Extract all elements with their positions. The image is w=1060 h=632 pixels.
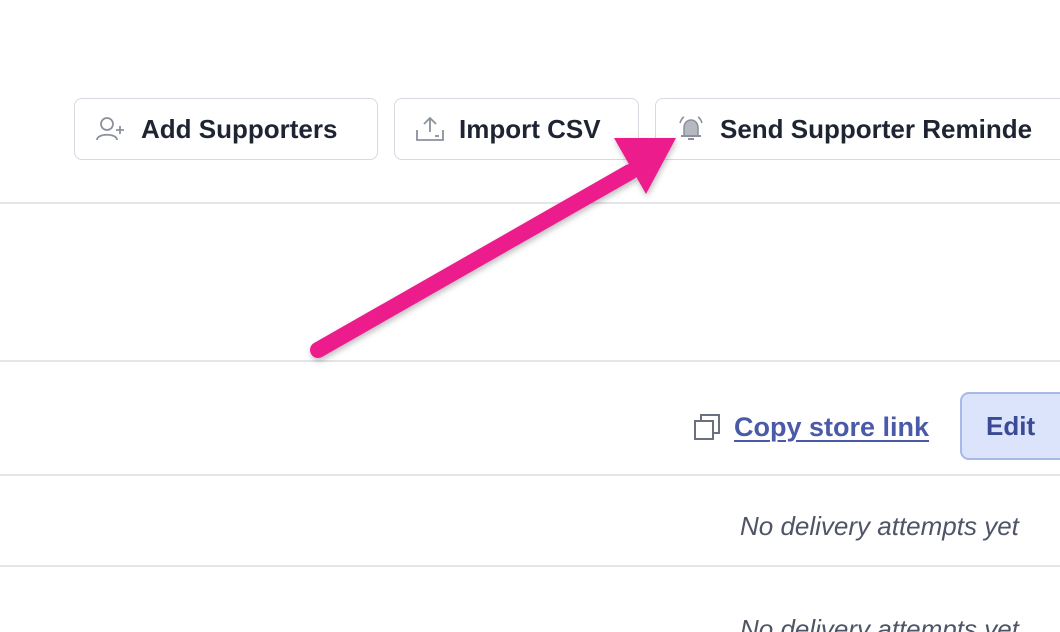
upload-icon <box>415 115 445 143</box>
bell-icon <box>676 114 706 144</box>
divider <box>0 474 1060 476</box>
divider <box>0 202 1060 204</box>
delivery-status-text: No delivery attempts yet <box>740 511 1019 541</box>
edit-button[interactable]: Edit <box>960 392 1060 460</box>
copy-store-link[interactable]: Copy store link <box>692 408 929 446</box>
edit-label: Edit <box>986 410 1036 441</box>
divider <box>0 565 1060 567</box>
user-plus-icon <box>95 115 127 143</box>
import-csv-label: Import CSV <box>459 113 601 144</box>
delivery-status-text: No delivery attempts yet <box>740 614 1019 632</box>
divider <box>0 360 1060 362</box>
page: Add Supporters Import CSV Send Supporter… <box>0 0 1060 632</box>
copy-icon <box>692 412 722 442</box>
send-reminder-label: Send Supporter Reminde <box>720 113 1033 144</box>
add-supporters-button[interactable]: Add Supporters <box>74 98 378 160</box>
supporters-toolbar: Add Supporters Import CSV Send Supporter… <box>0 0 1060 200</box>
import-csv-button[interactable]: Import CSV <box>394 98 639 160</box>
copy-store-link-label: Copy store link <box>734 411 930 442</box>
send-supporter-reminder-button[interactable]: Send Supporter Reminde <box>655 98 1060 160</box>
add-supporters-label: Add Supporters <box>141 113 338 144</box>
